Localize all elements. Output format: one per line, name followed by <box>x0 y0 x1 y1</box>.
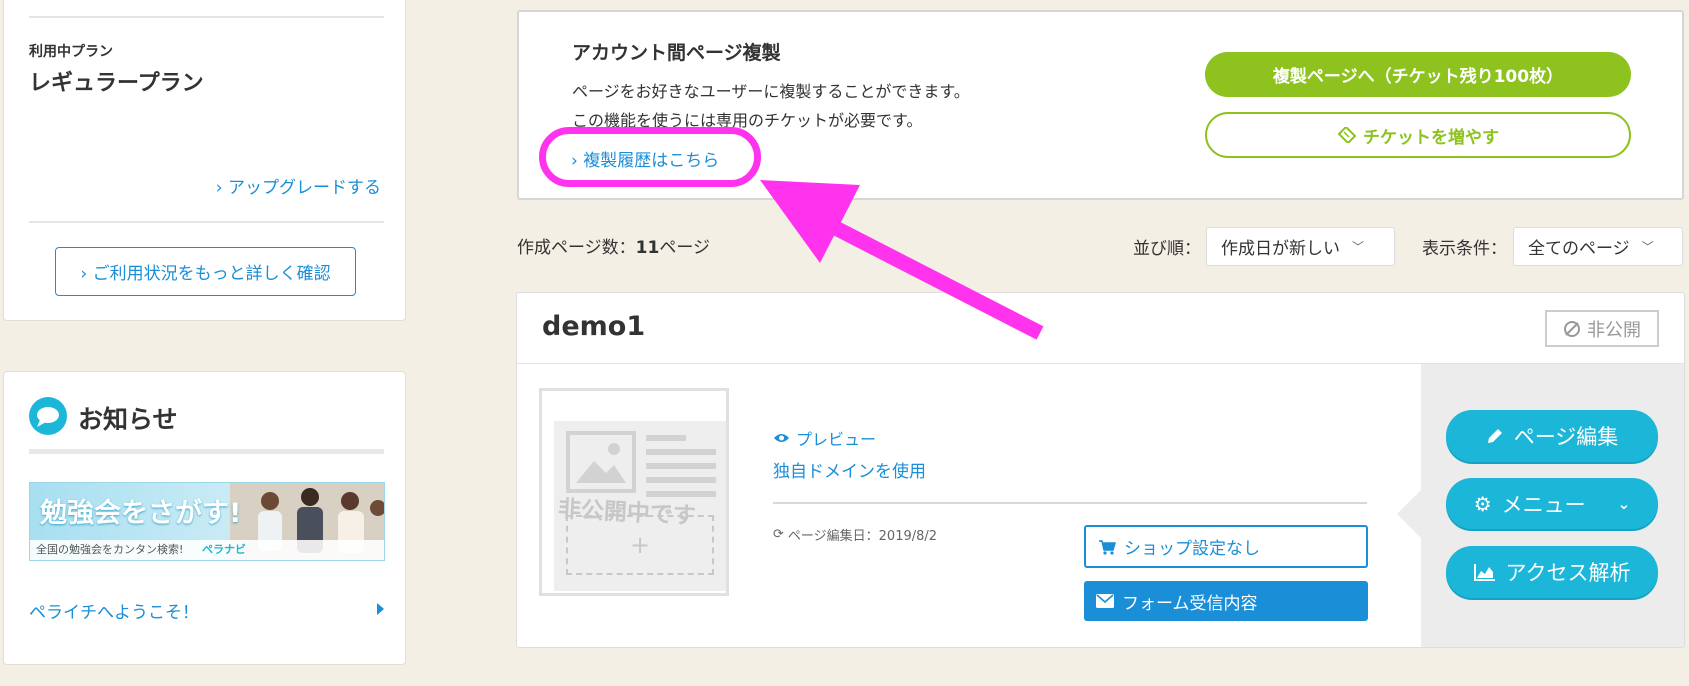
sort-select-value: 作成日が新しい <box>1221 239 1340 259</box>
copy-history-link[interactable]: › 複製履歴はこちら <box>571 146 719 171</box>
analytics-button[interactable]: アクセス解析 <box>1446 546 1658 598</box>
form-responses-label: フォーム受信内容 <box>1122 593 1258 614</box>
refresh-icon: ⟳ <box>773 527 784 542</box>
filter-select-value: 全てのページ <box>1528 239 1630 259</box>
page-count-label: 作成ページ数： <box>517 238 636 258</box>
news-title: お知らせ <box>78 405 178 434</box>
custom-domain-link[interactable]: 独自ドメインを使用 <box>773 457 926 482</box>
edited-date-text: ページ編集日：2019/8/2 <box>787 529 938 544</box>
eye-icon <box>774 434 789 442</box>
gear-icon: ⚙ <box>1473 491 1492 516</box>
form-responses-button[interactable]: フォーム受信内容 <box>1084 581 1368 621</box>
banner-logo: ペラナビ <box>202 543 246 556</box>
study-banner[interactable]: 勉強会をさがす! 全国の勉強会をカンタン検索! ペラナビ <box>29 482 385 561</box>
news-card: お知らせ 勉強会をさがす! 全国の勉強会をカンタン検索! ペラナビ ペライチへよ… <box>3 371 406 665</box>
caret-right-icon[interactable] <box>377 603 384 615</box>
copy-page-button[interactable]: 複製ページへ（チケット残り100枚） <box>1205 52 1631 97</box>
page-copy-card: アカウント間ページ複製 ページをお好きなユーザーに複製することができます。 この… <box>517 10 1684 200</box>
filter-label: 表示条件： <box>1422 239 1507 259</box>
divider <box>773 502 1367 504</box>
ticket-button-label: チケットを増やす <box>1363 127 1499 148</box>
copy-desc-1: ページをお好きなユーザーに複製することができます。 <box>572 82 970 101</box>
page-edit-button[interactable]: ページ編集 <box>1446 410 1658 462</box>
plan-label: 利用中プラン <box>29 44 113 60</box>
copy-title: アカウント間ページ複製 <box>572 42 781 64</box>
menu-label: メニュー <box>1501 492 1586 517</box>
sort-label: 並び順： <box>1133 239 1201 259</box>
preview-label: プレビュー <box>796 430 877 449</box>
chevron-down-icon: ﹀ <box>1352 240 1365 254</box>
pencil-icon <box>1487 429 1502 443</box>
page-count: 作成ページ数：11ページ <box>517 233 710 258</box>
upgrade-link[interactable]: › アップグレードする <box>216 173 381 198</box>
page-card: demo1 非公開 + 非公開中です プレビュー 独自ドメインを使用 ⟳ ページ… <box>516 292 1685 648</box>
page-count-unit: ページ <box>659 238 711 258</box>
divider <box>29 449 384 454</box>
add-ticket-button[interactable]: チケットを増やす <box>1205 112 1631 158</box>
usage-details-button[interactable]: › ご利用状況をもっと詳しく確認 <box>55 247 356 296</box>
page-name[interactable]: demo1 <box>542 311 645 342</box>
page-edit-label: ページ編集 <box>1513 425 1619 449</box>
hidden-icon <box>1564 320 1580 337</box>
thumbnail-status-text: 非公開中です <box>557 496 697 530</box>
text-lines-icon <box>646 435 716 497</box>
speech-bubble-icon <box>28 396 68 436</box>
envelope-icon <box>1096 594 1114 608</box>
edited-date: ⟳ ページ編集日：2019/8/2 <box>773 525 937 544</box>
divider <box>29 16 384 18</box>
cart-icon <box>1099 539 1116 555</box>
page-count-value: 11 <box>635 238 660 258</box>
chevron-down-icon: ﹀ <box>1641 240 1654 254</box>
filter-select[interactable]: 全てのページ ﹀ <box>1513 227 1683 266</box>
shop-settings-button[interactable]: ショップ設定なし <box>1084 525 1368 568</box>
divider <box>29 221 384 223</box>
panel-notch <box>1397 490 1421 538</box>
menu-button[interactable]: ⚙ メニュー ⌄ <box>1446 478 1658 529</box>
preview-link[interactable]: プレビュー <box>773 426 876 450</box>
banner-subtitle: 全国の勉強会をカンタン検索! <box>36 543 184 556</box>
banner-title: 勉強会をさがす! <box>40 498 242 529</box>
page-thumbnail[interactable]: + 非公開中です <box>539 388 729 596</box>
private-status-label: 非公開 <box>1587 319 1641 341</box>
analytics-label: アクセス解析 <box>1505 561 1631 585</box>
chevron-down-icon: ⌄ <box>1617 494 1631 513</box>
private-status-badge: 非公開 <box>1545 310 1659 347</box>
thumbnail-inner: + 非公開中です <box>554 421 726 591</box>
area-chart-icon <box>1473 564 1495 581</box>
ticket-icon <box>1337 127 1357 143</box>
shop-settings-label: ショップ設定なし <box>1124 539 1260 559</box>
welcome-link[interactable]: ペライチへようこそ！ <box>29 598 199 623</box>
plan-name: レギュラープラン <box>29 71 204 96</box>
sort-select[interactable]: 作成日が新しい ﹀ <box>1206 227 1395 266</box>
plan-card: 利用中プラン レギュラープラン › アップグレードする › ご利用状況をもっと詳… <box>3 0 406 321</box>
image-placeholder-icon <box>566 431 636 493</box>
